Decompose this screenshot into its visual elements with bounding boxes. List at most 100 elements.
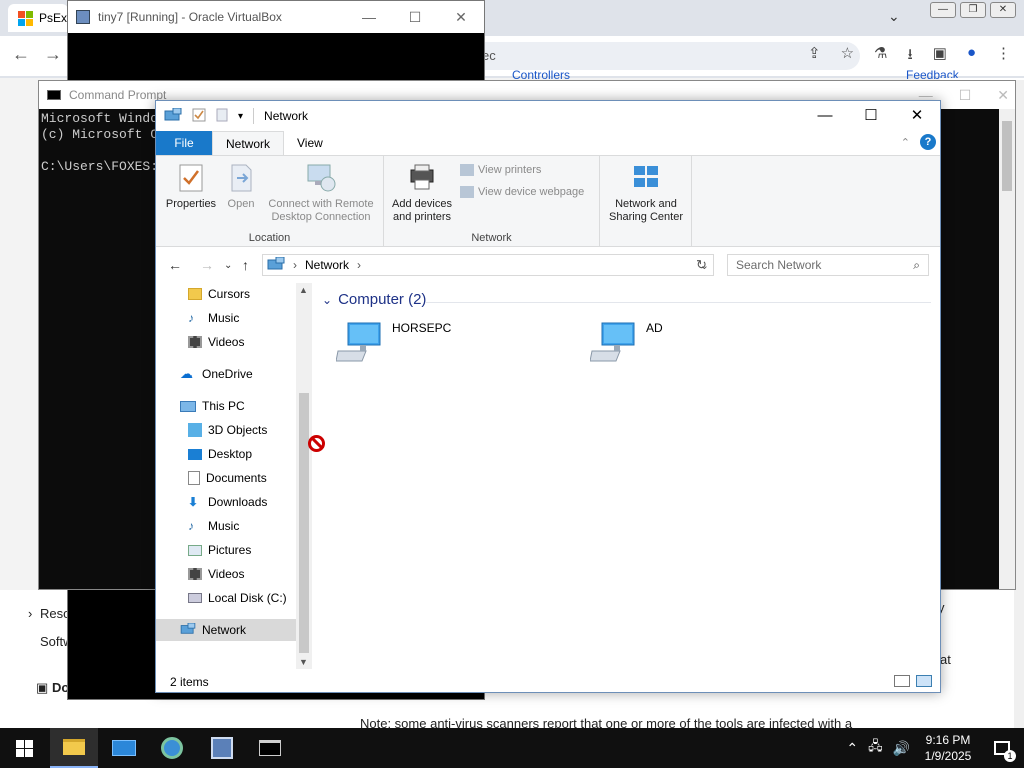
browser-close-button[interactable]: ✕ [990,2,1016,18]
browser-minimize-button[interactable]: — [930,2,956,18]
address-bar[interactable]: › Network › ⌄ [262,254,714,276]
breadcrumb-chevron-icon[interactable]: › [357,258,361,272]
back-arrow-icon[interactable]: ← [168,257,182,273]
explorer-minimize-button[interactable]: — [802,101,848,131]
qat-dropdown-icon[interactable]: ▾ [238,111,243,122]
properties-icon [175,162,207,194]
nav-item-videos-pc[interactable]: Videos [156,563,296,585]
nav-item-local-disk[interactable]: Local Disk (C:) [156,587,296,609]
taskbar-browser[interactable] [148,728,196,768]
bookmark-star-icon[interactable]: ☆ [841,44,854,69]
explorer-maximize-button[interactable]: ☐ [848,101,894,131]
network-sharing-icon [630,162,662,194]
computer-monitor-icon [335,321,384,368]
tab-view[interactable]: View [284,131,336,155]
tab-file[interactable]: File [156,131,212,155]
menu-icon[interactable]: ⋮ [996,44,1011,69]
search-icon[interactable]: ⌕ [913,258,920,273]
nav-item-music-pc[interactable]: ♪ Music [156,515,296,537]
tray-overflow-icon[interactable]: ⌃ [846,740,858,757]
view-device-webpage-button[interactable]: View device webpage [460,186,584,198]
tab-search-chevron-icon[interactable]: ⌄ [888,8,900,25]
clock-time: 9:16 PM [925,733,971,747]
forward-arrow-icon[interactable]: → [200,257,214,273]
nav-item-this-pc[interactable]: This PC [156,395,296,417]
omnibox[interactable]: ec [470,42,860,70]
tab-network[interactable]: Network [212,131,285,155]
up-arrow-icon[interactable]: ↑ [242,257,249,273]
clock[interactable]: 9:16 PM 1/9/2025 [916,732,980,764]
properties-button[interactable]: Properties [162,162,220,211]
view-printers-button[interactable]: View printers [460,164,541,176]
vbox-close-button[interactable]: ✕ [438,1,484,33]
recent-locations-icon[interactable]: ⌄ [224,260,232,271]
microsoft-logo-icon [18,10,33,26]
page-text-reso[interactable]: Reso [40,606,70,621]
ribbon-group-location: Properties Open Connect with Remote Desk… [156,156,384,246]
nav-item-desktop[interactable]: Desktop [156,443,296,465]
computer-item[interactable]: AD [589,321,663,368]
nav-item-documents[interactable]: Documents [156,467,296,489]
add-devices-button[interactable]: Add devices and printers [388,162,456,224]
nav-item-3d-objects[interactable]: 3D Objects [156,419,296,441]
help-icon[interactable]: ? [920,134,936,150]
nav-item-pictures[interactable]: Pictures [156,539,296,561]
cmd-scrollbar-thumb[interactable] [1002,121,1012,191]
vbox-minimize-button[interactable]: — [346,1,392,33]
taskbar-virtualbox[interactable] [198,728,246,768]
search-input[interactable]: Search Network ⌕ [727,254,929,276]
large-icons-view-icon[interactable] [916,675,932,687]
nav-item-downloads[interactable]: ⬇ Downloads [156,491,296,513]
share-icon[interactable]: ⇪ [808,44,821,69]
details-view-icon[interactable] [894,675,910,687]
taskbar-mail[interactable] [100,728,148,768]
qat-new-folder-icon[interactable] [216,108,228,125]
nav-label: Cursors [208,287,251,301]
taskbar-command-prompt[interactable] [246,728,294,768]
nav-item-network[interactable]: Network [156,619,296,641]
browser-tab[interactable]: PsEx [8,4,68,32]
nav-scrollbar-thumb[interactable] [299,393,309,653]
open-button[interactable]: Open [220,162,262,211]
connect-remote-desktop-button[interactable]: Connect with Remote Desktop Connection [262,162,380,224]
nav-item-onedrive[interactable]: ☁ OneDrive [156,363,296,385]
vbox-maximize-button[interactable]: ☐ [392,1,438,33]
open-label: Open [227,198,255,210]
browser-restore-button[interactable]: ❐ [960,2,986,18]
computer-item[interactable]: HORSEPC [335,321,451,368]
lab-flask-icon[interactable]: ⚗ [874,44,887,69]
cmd-close-button[interactable]: ✕ [997,87,1009,104]
refresh-icon[interactable]: ↻ [696,257,707,273]
network-sharing-center-button[interactable]: Network and Sharing Center [602,162,690,224]
cmd-maximize-button[interactable]: ☐ [959,87,972,104]
group-collapse-chevron-icon[interactable]: ⌄ [322,293,332,307]
taskbar-file-explorer[interactable] [50,728,98,768]
explorer-close-button[interactable]: ✕ [894,101,940,131]
nav-item-music[interactable]: ♪ Music [156,307,296,329]
profile-icon[interactable]: ● [967,44,976,69]
volume-icon[interactable]: 🔊 [893,740,910,757]
view-printers-label: View printers [478,164,542,176]
qat-properties-icon[interactable] [192,108,206,125]
nav-scrollbar[interactable]: ▲ ▼ [296,283,312,669]
nav-item-cursors[interactable]: Cursors [156,283,296,305]
breadcrumb-chevron-icon[interactable]: › [293,258,297,272]
notification-count: 1 [1004,750,1016,762]
address-network-icon [267,256,285,274]
scroll-down-icon[interactable]: ▼ [299,657,308,667]
nav-label: Local Disk (C:) [208,591,287,605]
breadcrumb-network[interactable]: Network [305,258,349,272]
nav-item-videos[interactable]: Videos [156,331,296,353]
cube-icon [188,423,202,437]
scroll-up-icon[interactable]: ▲ [299,285,308,295]
download-icon[interactable]: ⭳ [907,44,912,69]
network-tray-icon[interactable]: 🖧 [868,737,883,759]
start-button[interactable] [0,728,48,768]
cmd-scrollbar[interactable] [999,109,1015,589]
side-panel-icon[interactable]: ▣ [933,44,947,69]
browser-forward-icon[interactable]: → [44,44,62,65]
browser-back-icon[interactable]: ← [12,44,30,65]
ribbon-collapse-icon[interactable]: ⌃ [901,136,910,149]
action-center-button[interactable]: 1 [980,728,1024,768]
group-header-computer[interactable]: ⌄ Computer (2) [322,291,426,308]
